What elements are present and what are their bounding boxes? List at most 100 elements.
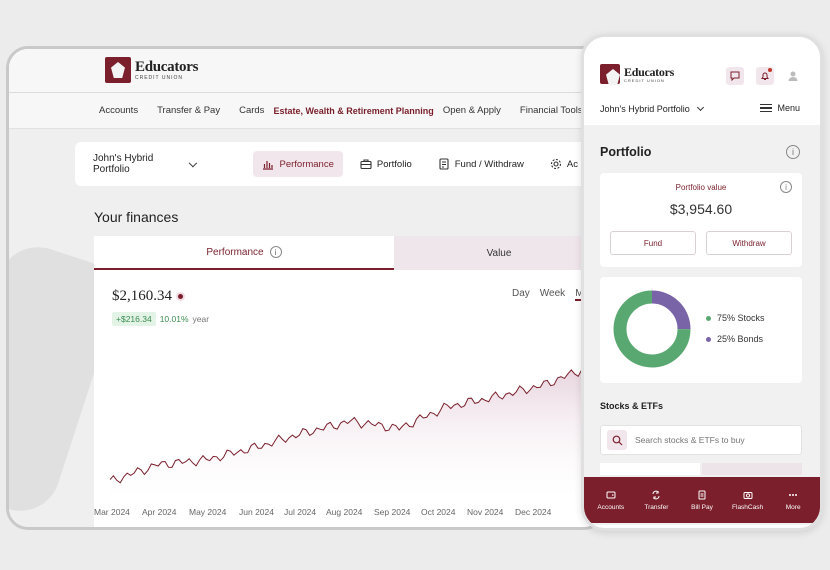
mobile-frame: Educators CREDIT UNION John's Hybrid Por… (581, 34, 823, 531)
gain-period: year (192, 314, 210, 324)
search-icon[interactable] (607, 430, 627, 450)
x-tick-label: Jul 2024 (284, 507, 317, 517)
more-dots-icon (789, 493, 798, 496)
peek-right (702, 463, 802, 475)
chat-bubble-icon (730, 71, 740, 81)
mobile-page-title: Portfolio (600, 145, 652, 159)
desktop-topbar: Educators CREDIT UNION (9, 49, 603, 93)
transfer-arrows-icon (652, 490, 660, 499)
portfolio-value-label: Portfolio value (675, 183, 727, 192)
gear-icon (550, 158, 561, 170)
tab-performance-label: Performance (206, 246, 264, 258)
tab-value[interactable]: Value (394, 236, 603, 270)
stock-list-peek (600, 463, 802, 475)
chevron-down-icon (696, 103, 704, 112)
menu-label: Menu (777, 103, 800, 113)
x-tick-label: Mar 2024 (94, 507, 130, 517)
nav-estate-planning[interactable]: Estate, Wealth & Retirement Planning (273, 106, 433, 116)
x-tick-label: Sep 2024 (374, 507, 411, 517)
x-tick-label: Oct 2024 (421, 507, 456, 517)
nav-accounts[interactable]: Accounts (99, 105, 138, 116)
stock-search (600, 425, 802, 455)
bottom-nav-bill-pay-label: Bill Pay (691, 503, 713, 511)
nav-cards[interactable]: Cards (239, 105, 264, 116)
portfolio-value-card: Portfolio value i $3,954.60 Fund Withdra… (600, 173, 802, 267)
fund-button[interactable]: Fund (610, 231, 696, 255)
mobile-header-icons (726, 67, 800, 85)
section-title: Your finances (94, 209, 179, 225)
fund-withdraw-button-label: Fund / Withdraw (454, 158, 524, 170)
stocks-etfs-title: Stocks & ETFs (600, 401, 664, 411)
gain-percent: 10.01% (159, 314, 189, 324)
allocation-legend: 75% Stocks 25% Bonds (706, 313, 765, 355)
nav-transfer-pay[interactable]: Transfer & Pay (157, 105, 220, 116)
gain-summary: +$216.34 10.01% year (112, 312, 209, 326)
performance-chart (109, 364, 593, 506)
x-tick-label: Aug 2024 (326, 507, 363, 517)
card-tabs: Performance i Value (94, 236, 603, 270)
bottom-nav-accounts-label: Accounts (597, 503, 625, 511)
bottom-nav-more[interactable]: More (771, 490, 815, 511)
brand-logo[interactable]: Educators CREDIT UNION (105, 57, 198, 83)
mobile-logo-sub: CREDIT UNION (624, 77, 665, 83)
bottom-nav-bill-pay[interactable]: Bill Pay (680, 490, 724, 511)
fund-withdraw-button[interactable]: Fund / Withdraw (429, 151, 533, 177)
gain-amount: +$216.34 (112, 312, 156, 326)
hamburger-icon (760, 104, 773, 112)
portfolio-value-actions: Fund Withdraw (610, 231, 792, 255)
user-icon (788, 71, 798, 81)
bottom-nav-accounts[interactable]: Accounts (589, 490, 633, 511)
x-tick-label: Jun 2024 (239, 507, 274, 517)
portfolio-button[interactable]: Portfolio (351, 151, 421, 177)
mobile-portfolio-label: John's Hybrid Portfolio (600, 104, 690, 114)
bottom-nav-flashcash[interactable]: FlashCash (726, 490, 770, 511)
tab-performance[interactable]: Performance i (94, 236, 394, 270)
legend-stocks: 75% Stocks (706, 313, 765, 323)
withdraw-button[interactable]: Withdraw (706, 231, 792, 255)
bar-chart-icon (263, 161, 274, 170)
portfolio-selector-label: John's Hybrid Portfolio (93, 153, 154, 175)
mobile-brand-logo[interactable]: Educators CREDIT UNION (600, 64, 674, 84)
allocation-donut-chart (613, 290, 691, 368)
logo-sub: CREDIT UNION (135, 74, 184, 81)
notification-icon[interactable] (756, 67, 774, 85)
performance-button[interactable]: Performance (253, 151, 343, 177)
bottom-nav-flashcash-label: FlashCash (732, 503, 764, 511)
logo-text: Educators CREDIT UNION (135, 58, 199, 81)
range-selector: Day Week M (512, 288, 584, 301)
x-tick-label: May 2024 (189, 507, 227, 517)
magnifier-icon (612, 435, 622, 445)
mobile-logo-mark-icon (600, 64, 620, 84)
balance-amount: $2,160.34 (112, 288, 183, 305)
bottom-nav-transfer-label: Transfer (644, 503, 669, 511)
x-tick-label: Dec 2024 (515, 507, 552, 517)
menu-button[interactable]: Menu (760, 103, 800, 113)
balance-amount-value: $2,160.34 (112, 288, 172, 304)
nav-open-apply[interactable]: Open & Apply (443, 105, 501, 116)
chart-x-axis: Mar 2024 Apr 2024 May 2024 Jun 2024 Jul 2024… (94, 507, 603, 521)
mobile-logo-name: Educators (624, 64, 674, 79)
search-input[interactable] (635, 435, 795, 445)
info-icon[interactable]: i (269, 246, 282, 258)
mobile-bottom-nav: Accounts Transfer Bill Pay FlashCash Mor… (584, 477, 820, 523)
wallet-icon (606, 491, 616, 498)
tab-value-label: Value (486, 247, 512, 259)
notification-dot (768, 68, 772, 72)
bell-icon (761, 72, 769, 80)
range-day[interactable]: Day (512, 288, 530, 301)
x-tick-label: Nov 2024 (467, 507, 504, 517)
bottom-nav-transfer[interactable]: Transfer (634, 490, 678, 511)
info-icon[interactable]: i (780, 181, 792, 193)
desktop-frame: Educators CREDIT UNION Accounts Transfer… (6, 46, 606, 530)
logo-mark-icon (105, 57, 131, 83)
nav-financial-tools[interactable]: Financial Tools (520, 105, 583, 116)
profile-icon[interactable] (786, 69, 800, 83)
range-week[interactable]: Week (540, 288, 565, 301)
chevron-down-icon (188, 158, 197, 167)
performance-button-label: Performance (279, 158, 334, 170)
logo-name: Educators (135, 58, 199, 75)
portfolio-selector[interactable]: John's Hybrid Portfolio (93, 153, 197, 175)
info-icon[interactable]: i (786, 145, 800, 159)
message-icon[interactable] (726, 67, 744, 85)
mobile-portfolio-selector[interactable]: John's Hybrid Portfolio (600, 103, 704, 114)
